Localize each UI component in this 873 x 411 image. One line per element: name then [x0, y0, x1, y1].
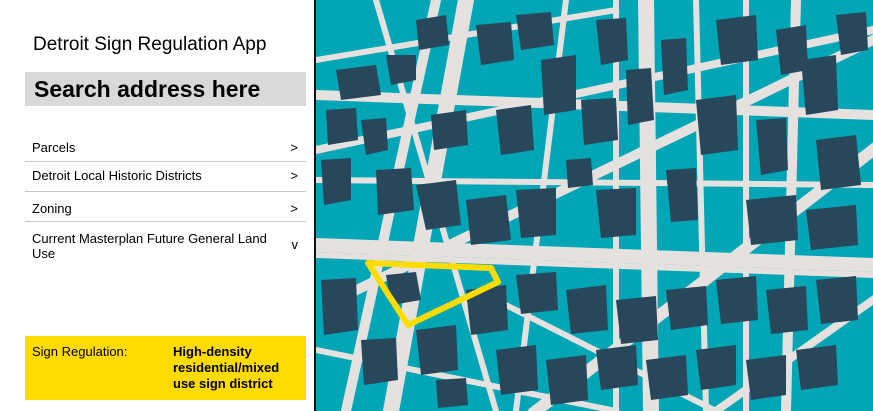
building-11: [581, 98, 618, 145]
building-32: [766, 286, 808, 334]
chevron-down-icon: v: [291, 237, 299, 252]
chevron-right-icon: >: [290, 168, 298, 183]
building-0: [336, 65, 381, 100]
building-27: [516, 272, 558, 314]
sign-regulation-label: Sign Regulation:: [32, 344, 128, 359]
layer-item-label: Detroit Local Historic Districts: [32, 168, 202, 183]
building-18: [746, 195, 798, 245]
building-22: [566, 158, 593, 188]
building-31: [716, 276, 758, 324]
building-43: [416, 15, 449, 50]
sign-regulation-value: High-density residential/mixed use sign …: [173, 344, 280, 391]
map-canvas[interactable]: [316, 0, 873, 411]
building-2: [326, 108, 358, 145]
layer-item-label: Current Masterplan Future General Land U…: [32, 231, 267, 261]
building-10: [541, 55, 576, 115]
building-5: [376, 168, 414, 215]
building-30: [666, 286, 708, 330]
app-title: Detroit Sign Regulation App: [33, 34, 267, 55]
building-1: [386, 55, 416, 85]
building-38: [696, 345, 736, 390]
building-9: [496, 105, 534, 155]
building-48: [776, 25, 808, 75]
building-7: [466, 195, 511, 245]
building-45: [516, 12, 554, 50]
sign-regulation-box: Sign Regulation: High-density residentia…: [25, 336, 306, 400]
building-4: [321, 158, 351, 205]
building-39: [746, 355, 786, 400]
building-28: [566, 285, 608, 334]
building-19: [806, 205, 858, 250]
building-29: [616, 296, 658, 344]
building-37: [646, 355, 688, 400]
side-panel: Detroit Sign Regulation App Parcels > De…: [0, 0, 316, 411]
chevron-right-icon: >: [290, 140, 298, 155]
map-view[interactable]: [316, 0, 873, 411]
building-15: [756, 118, 788, 175]
chevron-right-icon: >: [290, 201, 298, 216]
layer-item-historic-districts[interactable]: Detroit Local Historic Districts >: [25, 162, 306, 192]
building-21: [596, 188, 636, 238]
building-50: [431, 110, 468, 150]
building-24: [361, 338, 398, 385]
building-25: [416, 325, 458, 375]
building-33: [816, 276, 858, 324]
building-40: [796, 345, 838, 390]
building-34: [496, 345, 538, 395]
building-36: [596, 345, 638, 390]
street-4: [637, 0, 660, 411]
search-input[interactable]: [25, 72, 306, 106]
building-14: [696, 95, 738, 155]
layer-item-zoning[interactable]: Zoning >: [25, 192, 306, 222]
building-42: [436, 378, 468, 408]
layer-item-label: Parcels: [32, 140, 76, 155]
building-17: [816, 135, 861, 190]
building-49: [836, 12, 868, 55]
building-20: [666, 168, 698, 222]
building-13: [661, 38, 688, 95]
layer-item-parcels[interactable]: Parcels >: [25, 136, 306, 162]
building-12: [626, 68, 654, 125]
building-8: [516, 188, 556, 238]
layer-item-label: Zoning: [32, 201, 72, 216]
building-47: [716, 15, 758, 65]
building-23: [321, 278, 358, 335]
building-46: [596, 18, 628, 65]
layer-item-masterplan-land-use[interactable]: Current Masterplan Future General Land U…: [25, 222, 306, 268]
building-44: [476, 22, 514, 65]
building-35: [546, 355, 588, 405]
